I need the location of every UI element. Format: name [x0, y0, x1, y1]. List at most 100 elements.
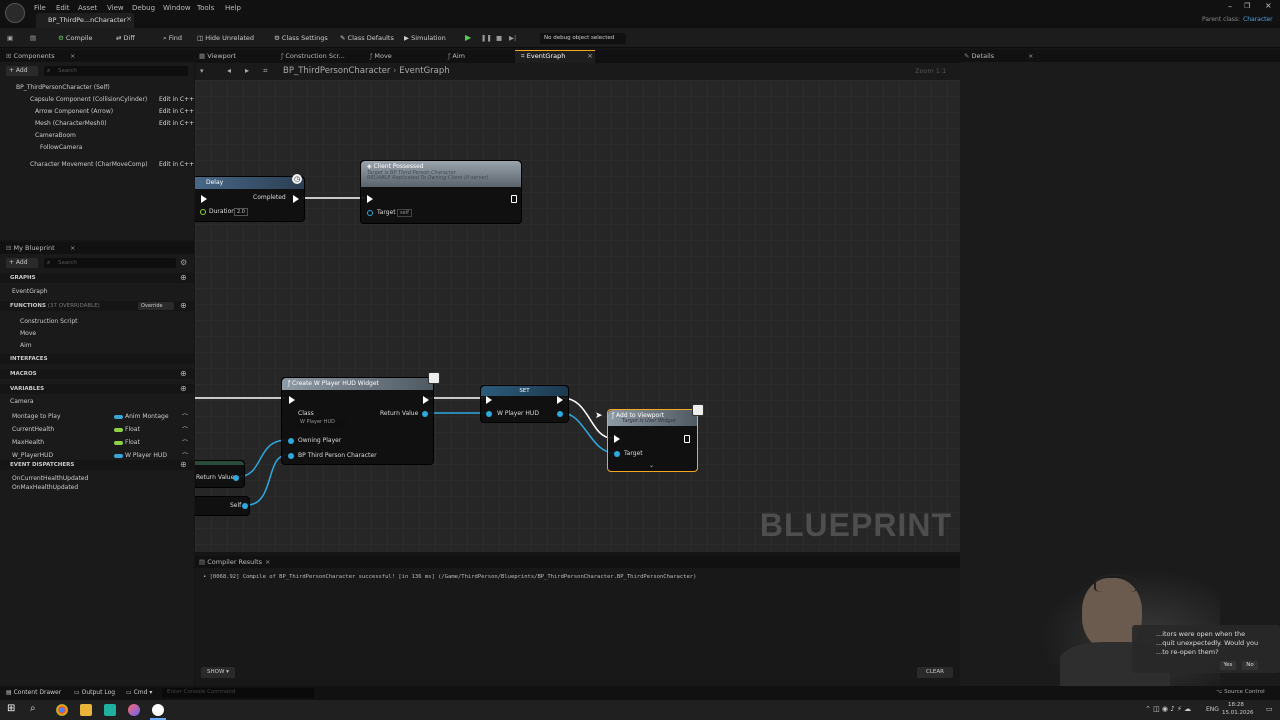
class-dropdown[interactable]: W Player HUD — [298, 419, 346, 427]
macros-section-header[interactable]: MACROS — [0, 369, 194, 379]
getter-node[interactable]: Return Value — [195, 460, 245, 488]
menu-asset[interactable]: Asset — [78, 4, 97, 12]
class-settings-button[interactable]: ⚙ Class Settings — [274, 34, 328, 42]
menu-edit[interactable]: Edit — [56, 4, 70, 12]
search-icon[interactable]: ⌕ — [30, 703, 36, 714]
add-function-icon[interactable]: ⊕ — [180, 301, 187, 310]
my-blueprint-tab[interactable]: ⊟ My Blueprint — [6, 244, 55, 252]
edit-in-cpp-link[interactable]: Edit in C++ — [159, 120, 194, 127]
return-value-pin[interactable] — [422, 411, 428, 417]
visibility-icon[interactable]: ⌒ — [182, 412, 188, 421]
components-search-input[interactable]: ⌕ Search — [44, 66, 188, 76]
stop-icon[interactable]: ■ — [496, 34, 502, 42]
exec-out-pin[interactable] — [684, 435, 690, 443]
components-tab[interactable]: ⊞ Components — [6, 52, 55, 60]
exec-out-pin[interactable] — [557, 396, 563, 404]
compiler-results-tab[interactable]: ▤ Compiler Results — [199, 558, 262, 566]
yes-button[interactable]: Yes — [1220, 661, 1236, 670]
play-icon[interactable]: ▶ — [465, 33, 471, 42]
unreal-taskbar-icon[interactable] — [152, 704, 164, 716]
variable-type[interactable]: Anim Montage — [114, 413, 169, 420]
class-defaults-button[interactable]: ✎ Class Defaults — [340, 34, 394, 42]
function-construction-script[interactable]: Construction Script — [20, 318, 78, 325]
my-blueprint-search-input[interactable]: ⌕ Search — [44, 258, 176, 268]
variable-type[interactable]: Float — [114, 439, 140, 446]
output-log-button[interactable]: ▭ Output Log — [74, 689, 115, 696]
chrome-icon[interactable] — [56, 704, 68, 716]
close-icon[interactable]: × — [587, 52, 593, 60]
breadcrumb-root[interactable]: BP_ThirdPersonCharacter — [283, 66, 390, 76]
graph-menu-icon[interactable]: ▾ — [200, 67, 204, 75]
unreal-logo-icon[interactable] — [5, 3, 25, 23]
visibility-icon[interactable]: ⌒ — [182, 438, 188, 447]
minimize-icon[interactable]: – — [1228, 2, 1232, 11]
compile-button[interactable]: ⚙ Compile — [58, 34, 93, 42]
exec-in-pin[interactable] — [486, 396, 492, 404]
add-dispatcher-icon[interactable]: ⊕ — [180, 460, 187, 469]
component-character-movement[interactable]: Character Movement (CharMoveComp) — [30, 161, 148, 168]
self-node[interactable]: Self — [195, 496, 250, 516]
details-tab[interactable]: ✎ Details — [964, 52, 994, 60]
menu-view[interactable]: View — [107, 4, 124, 12]
duration-pin[interactable] — [200, 209, 206, 215]
variable-type[interactable]: Float — [114, 426, 140, 433]
save-icon[interactable]: ▣ — [7, 34, 13, 42]
set-value-pin[interactable] — [486, 411, 492, 417]
interfaces-section-header[interactable]: INTERFACES — [0, 354, 194, 364]
self-pin[interactable] — [242, 503, 248, 509]
menu-debug[interactable]: Debug — [132, 4, 155, 12]
parent-class-link[interactable]: Character — [1243, 16, 1273, 23]
close-icon[interactable]: × — [126, 15, 132, 23]
tab-construction-script[interactable]: ƒ Construction Scr... — [281, 52, 345, 60]
add-variable-icon[interactable]: ⊕ — [180, 384, 187, 393]
diff-button[interactable]: ⇄ Diff — [116, 34, 135, 42]
event-graph-canvas[interactable]: Delay ◷ Completed Duration 2.0 ◈ Client … — [195, 80, 960, 552]
browse-icon[interactable]: ▤ — [30, 34, 36, 42]
bp-character-pin[interactable] — [288, 453, 294, 459]
dispatcher-current-health[interactable]: OnCurrentHealthUpdated — [12, 475, 88, 482]
back-arrow-icon[interactable]: ◂ — [227, 66, 231, 75]
chevron-down-icon[interactable]: ⌄ — [649, 462, 654, 469]
add-member-button[interactable]: + Add — [6, 258, 38, 268]
variable-category-camera[interactable]: Camera — [10, 398, 34, 405]
function-move[interactable]: Move — [20, 330, 36, 337]
breadcrumb-child[interactable]: EventGraph — [399, 66, 449, 76]
add-component-button[interactable]: + Add — [6, 66, 38, 76]
create-widget-node[interactable]: ƒ Create W Player HUD Widget Class Retur… — [281, 372, 440, 465]
language-indicator[interactable]: ENG — [1206, 706, 1219, 713]
menu-window[interactable]: Window — [163, 4, 191, 12]
clear-button[interactable]: CLEAR — [917, 667, 953, 678]
tab-viewport[interactable]: ▦ Viewport — [199, 52, 236, 60]
variable-row[interactable]: MaxHealth Float ⌒ — [0, 438, 194, 449]
app-icon[interactable] — [104, 704, 116, 716]
set-output-pin[interactable] — [557, 411, 563, 417]
forward-arrow-icon[interactable]: ▸ — [245, 66, 249, 75]
gear-icon[interactable]: ⚙ — [180, 258, 187, 267]
close-icon[interactable]: × — [1028, 52, 1033, 60]
delay-node[interactable]: Delay ◷ Completed Duration 2.0 — [195, 174, 305, 222]
console-input[interactable]: Enter Console Command — [162, 688, 314, 698]
debug-object-dropdown[interactable]: No debug object selected — [540, 33, 626, 44]
function-aim[interactable]: Aim — [20, 342, 32, 349]
duration-input[interactable]: 2.0 — [234, 208, 248, 216]
set-node[interactable]: SET W Player HUD — [480, 385, 569, 423]
component-mesh[interactable]: Mesh (CharacterMesh0) — [35, 120, 107, 127]
visibility-icon[interactable]: ⌒ — [182, 425, 188, 434]
menu-tools[interactable]: Tools — [197, 4, 214, 12]
edit-in-cpp-link[interactable]: Edit in C++ — [159, 108, 194, 115]
component-cameraboom[interactable]: CameraBoom — [35, 132, 76, 139]
maximize-icon[interactable]: ❐ — [1244, 2, 1250, 10]
client-possessed-node[interactable]: ◈ Client Possessed Target is BP Third Pe… — [360, 160, 522, 224]
target-pin[interactable] — [614, 451, 620, 457]
component-arrow[interactable]: Arrow Component (Arrow) — [35, 108, 113, 115]
edit-in-cpp-link[interactable]: Edit in C++ — [159, 161, 194, 168]
close-icon[interactable]: × — [265, 558, 270, 566]
override-dropdown[interactable]: Override — [138, 302, 174, 310]
show-button[interactable]: SHOW ▾ — [201, 667, 235, 678]
close-icon[interactable]: × — [70, 52, 75, 60]
notification-icon[interactable]: ▭ — [1266, 705, 1273, 713]
completed-exec-pin[interactable] — [293, 195, 299, 203]
add-macro-icon[interactable]: ⊕ — [180, 369, 187, 378]
tray-icons[interactable]: ⌃ ◫ ◉ ♪ ⚡ ☁ — [1145, 705, 1191, 713]
simulation-button[interactable]: ▶ Simulation — [404, 34, 446, 42]
